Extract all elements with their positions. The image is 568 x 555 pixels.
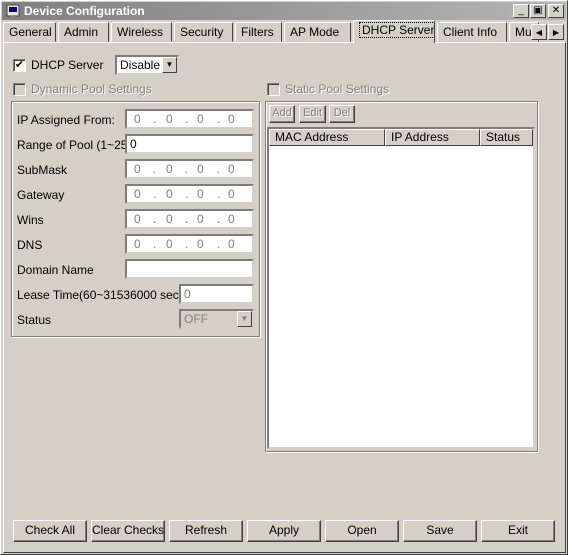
refresh-button[interactable]: Refresh — [169, 520, 243, 542]
tab-general[interactable]: General — [3, 22, 56, 42]
exit-button[interactable]: Exit — [481, 520, 555, 542]
status-select[interactable]: OFF ▼ — [179, 309, 254, 329]
dhcp-server-label: DHCP Server — [31, 58, 104, 72]
check-all-button[interactable]: Check All — [13, 520, 87, 542]
tab-client-info[interactable]: Client Info — [437, 22, 507, 42]
column-header-mac-address[interactable]: MAC Address — [269, 129, 385, 146]
close-icon: ✕ — [551, 5, 561, 16]
ip-assigned-from-input[interactable]: 0. 0. 0. 0 — [125, 109, 254, 129]
lease-time-input[interactable]: 0 — [179, 284, 254, 304]
lease-time-label: Lease Time(60~31536000 sec) — [17, 288, 183, 302]
status-label: Status — [17, 313, 52, 327]
maximize-button[interactable]: ▣ — [530, 4, 546, 18]
minimize-button[interactable]: _ — [513, 4, 529, 18]
minimize-icon: _ — [518, 5, 524, 16]
static-pool-list[interactable]: MAC Address IP Address Status — [267, 127, 535, 449]
tab-strip: General Admin Wireless Security Filters … — [3, 20, 567, 43]
close-button[interactable]: ✕ — [548, 4, 564, 18]
tab-ap-mode[interactable]: AP Mode — [284, 22, 351, 42]
window-title: Device Configuration — [24, 4, 145, 18]
title-bar[interactable]: Device Configuration _ ▣ ✕ — [2, 2, 566, 20]
domain-name-input[interactable] — [125, 259, 254, 279]
static-pool-label: Static Pool Settings — [285, 82, 390, 96]
tab-wireless[interactable]: Wireless — [111, 22, 172, 42]
dns-input[interactable]: 0. 0. 0. 0 — [125, 234, 254, 254]
static-pool-checkbox[interactable] — [267, 83, 280, 96]
range-of-pool-label: Range of Pool (1~255) — [17, 138, 139, 152]
tab-scroll-left-button[interactable]: ◀ — [531, 24, 547, 40]
wins-input[interactable]: 0. 0. 0. 0 — [125, 209, 254, 229]
tab-dhcp-server[interactable]: DHCP Server — [353, 20, 435, 43]
dynamic-pool-checkbox[interactable] — [13, 83, 26, 96]
submask-label: SubMask — [17, 163, 68, 177]
submask-input[interactable]: 0. 0. 0. 0 — [125, 159, 254, 179]
apply-button[interactable]: Apply — [247, 520, 321, 542]
tab-filters[interactable]: Filters — [235, 22, 282, 42]
dhcp-server-select[interactable]: Disable ▼ — [115, 55, 179, 75]
arrow-left-icon: ◀ — [535, 27, 543, 37]
column-header-ip-address[interactable]: IP Address — [385, 129, 480, 146]
gateway-input[interactable]: 0. 0. 0. 0 — [125, 184, 254, 204]
maximize-icon: ▣ — [533, 5, 543, 16]
chevron-down-icon: ▼ — [162, 57, 177, 73]
range-of-pool-input[interactable]: 0 — [125, 134, 254, 154]
tab-security[interactable]: Security — [174, 22, 233, 42]
del-button[interactable]: Del — [329, 105, 355, 123]
arrow-right-icon: ▶ — [552, 27, 560, 37]
dhcp-server-checkbox[interactable]: ✔ — [13, 59, 26, 72]
edit-button[interactable]: Edit — [299, 105, 326, 123]
wins-label: Wins — [17, 213, 44, 227]
add-button[interactable]: Add — [269, 105, 295, 123]
app-icon — [6, 4, 20, 18]
chevron-down-icon: ▼ — [237, 311, 252, 327]
column-header-status[interactable]: Status — [480, 129, 533, 146]
dynamic-pool-label: Dynamic Pool Settings — [31, 82, 152, 96]
open-button[interactable]: Open — [325, 520, 399, 542]
dhcp-panel: ✔ DHCP Server Disable ▼ Dynamic Pool Set… — [3, 42, 566, 553]
save-button[interactable]: Save — [403, 520, 477, 542]
ip-assigned-from-label: IP Assigned From: — [17, 113, 115, 127]
gateway-label: Gateway — [17, 188, 65, 202]
clear-checks-button[interactable]: Clear Checks — [91, 520, 165, 542]
tab-scroll-right-button[interactable]: ▶ — [548, 24, 564, 40]
device-config-window: Device Configuration _ ▣ ✕ General Admin… — [0, 0, 568, 555]
domain-name-label: Domain Name — [17, 263, 94, 277]
dns-label: DNS — [17, 238, 43, 252]
tab-admin[interactable]: Admin — [58, 22, 109, 42]
